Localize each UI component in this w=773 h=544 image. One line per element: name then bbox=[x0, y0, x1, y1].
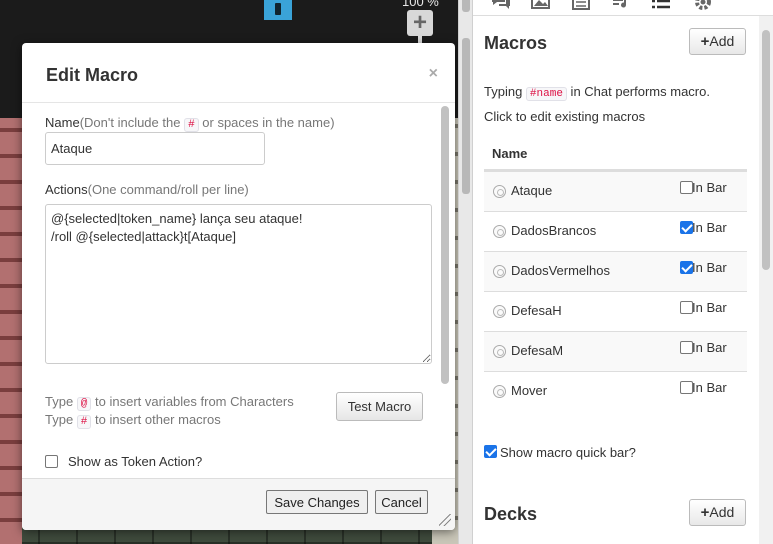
zoom-level-label: 100 % bbox=[402, 0, 439, 9]
macro-row[interactable]: Mover In Bar bbox=[484, 371, 747, 411]
macro-name[interactable]: DefesaH bbox=[511, 303, 562, 318]
name-label-text: Name bbox=[45, 115, 80, 130]
macro-table: Name Ataque In Bar DadosBrancos In Bar Dados… bbox=[484, 138, 747, 411]
add-deck-label: Add bbox=[709, 504, 735, 520]
name-hint-code: # bbox=[184, 118, 199, 132]
macro-row[interactable]: DadosVermelhos In Bar bbox=[484, 251, 747, 291]
macro-row[interactable]: DefesaH In Bar bbox=[484, 291, 747, 331]
token-action-checkbox[interactable] bbox=[45, 455, 58, 468]
actions-label-text: Actions bbox=[45, 182, 88, 197]
right-sidebar: Macros +Add Typing #name in Chat perform… bbox=[473, 0, 773, 544]
edit-macro-dialog: Edit Macro × Name(Don't include the # or… bbox=[22, 43, 455, 530]
macro-name-input[interactable] bbox=[45, 132, 265, 165]
in-bar-label: In Bar bbox=[692, 260, 727, 275]
in-bar-label: In Bar bbox=[692, 220, 727, 235]
help-macros-code: # bbox=[76, 415, 92, 429]
image-icon[interactable] bbox=[531, 0, 551, 11]
in-bar-label: In Bar bbox=[692, 380, 727, 395]
macro-info-text: Typing #name in Chat performs macro. bbox=[484, 84, 710, 101]
help-variables: Type @ to insert variables from Characte… bbox=[45, 394, 294, 411]
dialog-title: Edit Macro bbox=[46, 65, 139, 85]
actions-label: Actions(One command/roll per line) bbox=[45, 182, 249, 197]
macro-row[interactable]: DadosBrancos In Bar bbox=[484, 211, 747, 251]
map-wall-left bbox=[0, 118, 22, 544]
macro-name[interactable]: DadosVermelhos bbox=[511, 263, 610, 278]
decks-section-title: Decks bbox=[484, 504, 538, 524]
macro-edit-hint: Click to edit existing macros bbox=[484, 109, 646, 124]
help-macros-post: to insert other macros bbox=[91, 412, 221, 427]
jukebox-icon[interactable] bbox=[611, 0, 631, 11]
dialog-titlebar[interactable]: Edit Macro × bbox=[22, 43, 455, 103]
in-bar-label: In Bar bbox=[692, 180, 727, 195]
help-macros: Type # to insert other macros bbox=[45, 412, 221, 429]
help-variables-pre: Type bbox=[45, 394, 77, 409]
macro-info-pre: Typing bbox=[484, 84, 526, 99]
macro-gear-icon bbox=[493, 185, 506, 198]
sidebar-scrollbar[interactable] bbox=[759, 16, 773, 544]
journal-icon[interactable] bbox=[571, 0, 591, 11]
save-changes-button[interactable]: Save Changes bbox=[266, 490, 368, 514]
macro-name[interactable]: DefesaM bbox=[511, 343, 563, 358]
settings-icon[interactable] bbox=[693, 0, 713, 11]
macro-gear-icon bbox=[493, 385, 506, 398]
in-bar-label: In Bar bbox=[692, 300, 727, 315]
macro-name[interactable]: Ataque bbox=[511, 183, 552, 198]
macro-table-header: Name bbox=[484, 138, 747, 171]
token-marker[interactable] bbox=[264, 0, 292, 20]
panel-divider[interactable] bbox=[458, 0, 473, 544]
quickbar-label: Show macro quick bar? bbox=[500, 445, 636, 460]
sidebar-scrollbar-thumb[interactable] bbox=[762, 30, 770, 270]
add-deck-button[interactable]: +Add bbox=[689, 499, 746, 526]
macro-info-post: in Chat performs macro. bbox=[566, 84, 710, 99]
macro-name[interactable]: Mover bbox=[511, 383, 547, 398]
add-macro-label: Add bbox=[709, 33, 735, 49]
help-variables-code: @ bbox=[76, 397, 92, 411]
test-macro-button[interactable]: Test Macro bbox=[336, 392, 423, 421]
sidebar-tabbar bbox=[473, 0, 773, 16]
macro-rows: Ataque In Bar DadosBrancos In Bar DadosVerme… bbox=[484, 171, 747, 411]
cancel-button[interactable]: Cancel bbox=[375, 490, 428, 514]
help-variables-post: to insert variables from Characters bbox=[91, 394, 294, 409]
resize-handle-icon[interactable] bbox=[439, 514, 451, 526]
actions-hint: (One command/roll per line) bbox=[87, 182, 249, 197]
chat-icon[interactable] bbox=[491, 0, 511, 11]
token-marker-glyph bbox=[275, 3, 281, 15]
divider-scrollbar-thumb[interactable] bbox=[462, 38, 470, 194]
help-macros-pre: Type bbox=[45, 412, 77, 427]
dialog-scrollbar[interactable] bbox=[441, 106, 449, 384]
macro-gear-icon bbox=[493, 265, 506, 278]
dialog-body: Name(Don't include the # or spaces in th… bbox=[22, 104, 455, 478]
add-macro-button[interactable]: +Add bbox=[689, 28, 746, 55]
close-icon[interactable]: × bbox=[429, 65, 438, 83]
macro-info-code: #name bbox=[525, 87, 567, 101]
macro-row[interactable]: Ataque In Bar bbox=[484, 171, 747, 211]
macro-row[interactable]: DefesaM In Bar bbox=[484, 331, 747, 371]
macros-section-title: Macros bbox=[484, 33, 548, 53]
token-action-label: Show as Token Action? bbox=[68, 454, 203, 469]
name-hint-pre: (Don't include the bbox=[79, 115, 185, 130]
quickbar-checkbox[interactable] bbox=[484, 445, 497, 458]
macro-name[interactable]: DadosBrancos bbox=[511, 223, 596, 238]
name-label: Name(Don't include the # or spaces in th… bbox=[45, 115, 335, 132]
macro-actions-textarea[interactable]: @{selected|token_name} lança seu ataque!… bbox=[45, 204, 432, 364]
divider-scroll-top bbox=[462, 0, 470, 12]
collection-icon[interactable] bbox=[651, 0, 671, 11]
name-hint: (Don't include the # or spaces in the na… bbox=[79, 115, 335, 132]
dialog-footer: Save Changes Cancel bbox=[22, 478, 455, 530]
in-bar-label: In Bar bbox=[692, 340, 727, 355]
name-hint-post: or spaces in the name) bbox=[198, 115, 335, 130]
macro-gear-icon bbox=[493, 305, 506, 318]
zoom-in-icon[interactable]: + bbox=[407, 10, 433, 36]
macro-gear-icon bbox=[493, 345, 506, 358]
macro-table-header-name: Name bbox=[492, 146, 528, 161]
macro-gear-icon bbox=[493, 225, 506, 238]
